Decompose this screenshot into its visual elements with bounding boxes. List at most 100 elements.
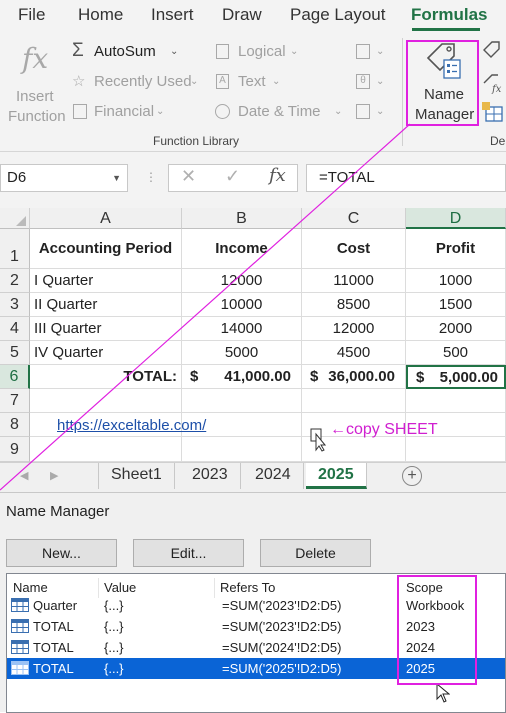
tab-page-layout[interactable]: Page Layout xyxy=(290,5,385,25)
autosum-button[interactable]: Σ AutoSum ⌄ xyxy=(72,40,192,64)
table-cell[interactable]: I Quarter xyxy=(30,269,182,293)
tab-insert[interactable]: Insert xyxy=(151,5,194,25)
scroll-left-icon[interactable]: ◀ xyxy=(20,469,28,482)
table-cell[interactable]: 500 xyxy=(406,341,506,365)
corner-triangle-icon xyxy=(16,216,26,226)
cancel-icon[interactable]: ✕ xyxy=(181,166,196,187)
table-cell[interactable]: 1000 xyxy=(406,269,506,293)
tab-draw[interactable]: Draw xyxy=(222,5,262,25)
edit-button[interactable]: Edit... xyxy=(133,539,244,567)
table-cell[interactable] xyxy=(182,437,302,462)
table-cell[interactable] xyxy=(406,437,506,462)
hyperlink-exceltable[interactable]: https://exceltable.com/ xyxy=(57,417,206,434)
table-cell[interactable]: IV Quarter xyxy=(30,341,182,365)
enter-icon[interactable]: ✓ xyxy=(225,166,240,187)
header-cell-cost[interactable]: Cost xyxy=(302,229,406,269)
row-header-8[interactable]: 8 xyxy=(0,413,30,437)
defined-names-group-label: De xyxy=(490,134,506,148)
date-time-button[interactable]: Date & Time ⌄ xyxy=(214,102,344,124)
total-label-cell[interactable]: TOTAL: xyxy=(30,365,182,389)
sheet-tab-2023[interactable]: 2023 xyxy=(180,463,241,489)
row-header-2[interactable]: 2 xyxy=(0,269,30,293)
header-cell-accounting-period[interactable]: Accounting Period xyxy=(30,229,182,269)
row-header-7[interactable]: 7 xyxy=(0,389,30,413)
table-cell[interactable]: 5000 xyxy=(182,341,302,365)
table-cell[interactable]: 1500 xyxy=(406,293,506,317)
table-cell[interactable]: 12000 xyxy=(182,269,302,293)
insert-function-icon[interactable]: fx xyxy=(269,165,286,186)
total-cost-cell[interactable]: $ 36,000.00 xyxy=(302,365,406,389)
table-cell[interactable]: 10000 xyxy=(182,293,302,317)
autosum-label: AutoSum xyxy=(94,43,156,60)
sheet-tab-2024[interactable]: 2024 xyxy=(243,463,304,489)
name-box-value: D6 xyxy=(7,169,27,186)
tab-file[interactable]: File xyxy=(18,5,45,25)
use-in-formula-button[interactable]: fx xyxy=(482,72,504,95)
financial-button[interactable]: Financial ⌄ xyxy=(72,102,172,124)
formula-input[interactable]: =TOTAL xyxy=(306,164,506,192)
column-header-d[interactable]: D xyxy=(406,208,506,229)
name-cell: TOTAL xyxy=(33,661,74,676)
header-cell-profit[interactable]: Profit xyxy=(406,229,506,269)
name-cell: TOTAL xyxy=(33,619,74,634)
text-button[interactable]: A Text ⌄ xyxy=(214,72,304,94)
total-profit-cell-selected[interactable]: $ 5,000.00 xyxy=(406,365,506,389)
table-cell[interactable]: III Quarter xyxy=(30,317,182,341)
table-cell[interactable]: II Quarter xyxy=(30,293,182,317)
row-header-6[interactable]: 6 xyxy=(0,365,30,389)
tag-fx-icon: fx xyxy=(483,74,502,95)
copy-sheet-annotation: ←copy SHEET xyxy=(330,421,438,438)
recently-used-button[interactable]: ☆ Recently Used ⌄ xyxy=(72,72,202,94)
sheet-tab-2025[interactable]: 2025 xyxy=(306,463,367,489)
column-header-b[interactable]: B xyxy=(182,208,302,229)
name-table-icon xyxy=(11,661,29,678)
value-cell: {...} xyxy=(104,619,124,634)
table-cell[interactable]: 8500 xyxy=(302,293,406,317)
define-name-button[interactable] xyxy=(482,40,504,62)
row-header-1[interactable]: 1 xyxy=(0,229,30,269)
column-header-value[interactable]: Value xyxy=(104,580,136,595)
math-trig-button[interactable]: θ ⌄ xyxy=(356,72,390,94)
table-cell[interactable]: 2000 xyxy=(406,317,506,341)
lookup-button[interactable]: ⌄ xyxy=(356,42,390,64)
table-cell[interactable] xyxy=(182,389,302,413)
table-cell[interactable] xyxy=(30,437,182,462)
copy-cursor-icon xyxy=(310,428,326,452)
table-cell[interactable]: 4500 xyxy=(302,341,406,365)
logical-button[interactable]: Logical ⌄ xyxy=(214,42,304,64)
table-cell[interactable]: 11000 xyxy=(302,269,406,293)
column-header-c[interactable]: C xyxy=(302,208,406,229)
column-header-a[interactable]: A xyxy=(30,208,182,229)
name-cell: TOTAL xyxy=(33,640,74,655)
table-cell[interactable]: 12000 xyxy=(302,317,406,341)
tab-formulas[interactable]: Formulas xyxy=(411,5,488,25)
insert-function-button[interactable]: fx Insert Function xyxy=(6,40,66,126)
column-header-refers-to[interactable]: Refers To xyxy=(220,580,275,595)
table-cell[interactable] xyxy=(30,389,182,413)
row-header-5[interactable]: 5 xyxy=(0,341,30,365)
scroll-right-icon[interactable]: ▶ xyxy=(50,469,58,482)
row-header-3[interactable]: 3 xyxy=(0,293,30,317)
row-header-4[interactable]: 4 xyxy=(0,317,30,341)
sheet-tab-sheet1[interactable]: Sheet1 xyxy=(98,463,175,489)
new-sheet-icon[interactable]: + xyxy=(402,466,422,486)
select-all-corner[interactable] xyxy=(0,208,30,229)
create-from-selection-button[interactable] xyxy=(482,102,504,124)
worksheet-grid[interactable]: A B C D 1 2 3 4 5 6 7 8 9 Accounting Per… xyxy=(0,208,506,462)
currency-symbol: $ xyxy=(416,369,425,386)
more-functions-button[interactable]: ⌄ xyxy=(356,102,390,124)
total-income-cell[interactable]: $ 41,000.00 xyxy=(182,365,302,389)
row-header-9[interactable]: 9 xyxy=(0,437,30,462)
tab-home[interactable]: Home xyxy=(78,5,123,25)
value-cell: {...} xyxy=(104,640,124,655)
name-box[interactable]: D6 ▼ xyxy=(0,164,128,192)
header-cell-income[interactable]: Income xyxy=(182,229,302,269)
table-cell[interactable]: 14000 xyxy=(182,317,302,341)
table-cell[interactable] xyxy=(302,389,406,413)
table-cell[interactable] xyxy=(406,389,506,413)
delete-button[interactable]: Delete xyxy=(260,539,371,567)
chevron-down-icon: ⌄ xyxy=(156,106,165,117)
column-header-name[interactable]: Name xyxy=(13,580,48,595)
new-button[interactable]: New... xyxy=(6,539,117,567)
refers-to-cell: =SUM('2023'!D2:D5) xyxy=(222,619,342,634)
